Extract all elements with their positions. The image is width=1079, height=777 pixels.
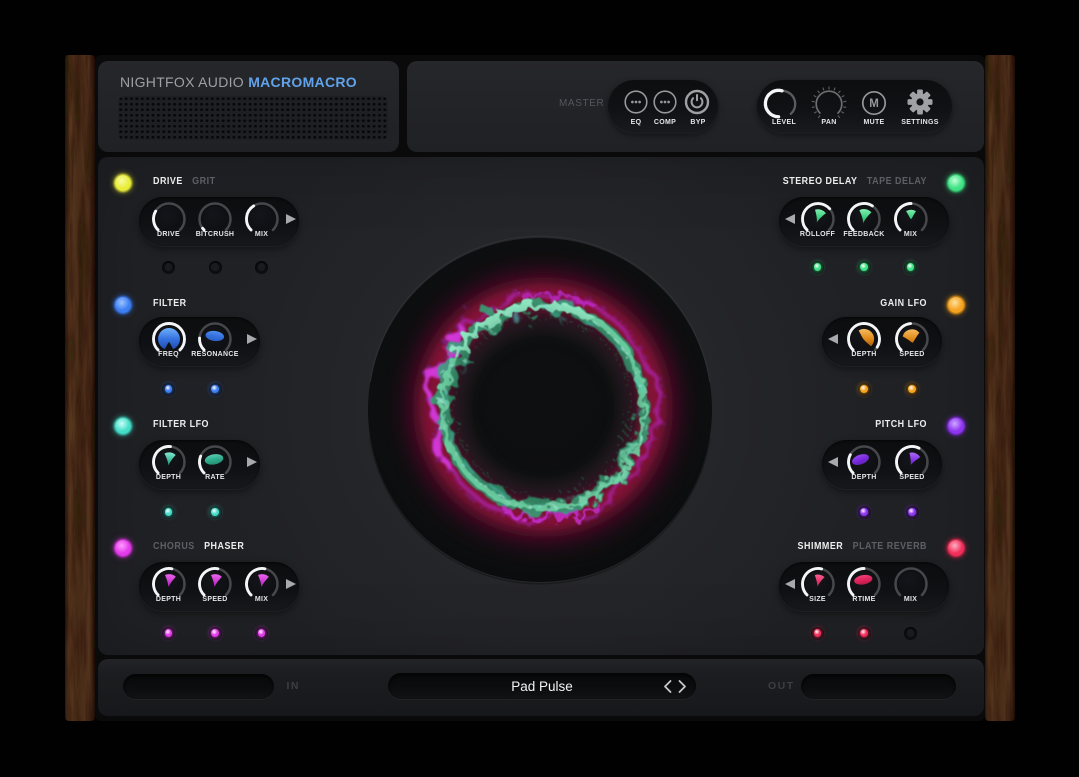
svg-text:M: M — [869, 98, 879, 110]
